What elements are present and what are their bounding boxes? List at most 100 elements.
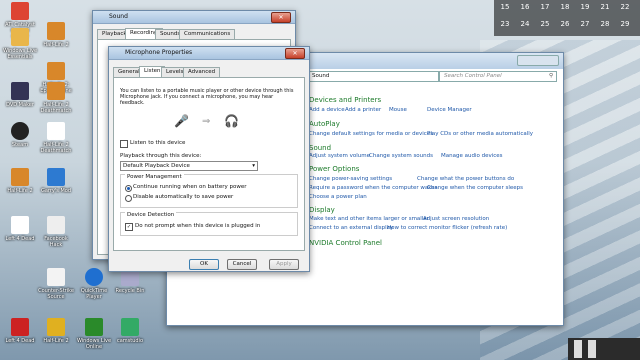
app-icon [11,2,29,20]
chevron-down-icon: ▾ [252,163,255,169]
radio-disable-automatically[interactable] [125,195,132,202]
cp-link[interactable]: Mouse [389,107,407,113]
lambda-icon [47,22,65,40]
headphones-icon: 🎧 [224,114,239,128]
arrow-right-icon: ⇒ [202,116,211,127]
desktop-icon[interactable]: Left 4 Dead [2,318,38,344]
group-label: Power Management [125,174,184,180]
desktop-icon[interactable]: Steam [2,122,38,148]
cp-link[interactable]: Change system sounds [369,153,433,159]
taskbar-item[interactable] [588,340,596,358]
device-detection-group: Device Detection ✓ Do not prompt when th… [120,212,298,236]
cp-link[interactable]: Add a device [309,107,345,113]
microphone-properties-dialog: Microphone Properties ✕ General Listen L… [108,46,310,272]
file-icon [47,122,65,140]
cp-link[interactable]: Adjust screen resolution [423,216,489,222]
calendar-gadget: 15 16 17 18 19 21 22 23 24 25 26 27 28 2… [494,0,640,36]
detection-checkbox-label: Do not prompt when this device is plugge… [135,223,261,229]
desktop-icon[interactable]: Half-Life 2 [2,168,38,194]
taskbar-item[interactable] [574,340,582,358]
calendar-day: 25 [540,20,550,28]
mic-titlebar: Microphone Properties ✕ [109,47,309,60]
cp-link[interactable]: Choose a power plan [309,194,367,200]
cp-link[interactable]: Make text and other items larger or smal… [309,216,429,222]
radio-dot [127,187,130,190]
file-icon [47,216,65,234]
calendar-day: 24 [520,20,530,28]
listen-tab-panel: You can listen to a portable music playe… [113,77,305,251]
desktop-icon[interactable]: Half-Life 2 [38,318,74,344]
cp-link[interactable]: Connect to an external display [309,225,393,231]
left4dead-icon [11,318,29,336]
window-title: Sound [109,13,128,20]
close-icon[interactable]: ✕ [285,48,305,59]
power-management-group: Power Management Continue running when o… [120,174,298,208]
desktop-icon[interactable]: DVD Maker [2,82,38,108]
desktop-icon[interactable]: Half-Life 2 [38,22,74,48]
calendar-day: 26 [560,20,570,28]
desktop-icon[interactable]: Left 4 Dead [2,216,38,242]
calendar-day: 23 [500,20,510,28]
section-heading[interactable]: Sound [309,144,331,152]
listen-checkbox-label: Listen to this device [130,140,186,146]
cancel-button[interactable]: Cancel [227,259,257,270]
mic-tabstrip: General Listen Levels Advanced [113,66,305,77]
sound-titlebar: Sound ✕ [93,11,295,24]
group-label: Device Detection [125,212,177,218]
detection-checkbox[interactable]: ✓ [125,223,133,231]
calendar-day: 15 [500,3,510,11]
radio-continue-running[interactable] [125,185,132,192]
file-icon [47,268,65,286]
section-heading[interactable]: AutoPlay [309,120,340,128]
cp-link[interactable]: Require a password when the computer wak… [309,185,437,191]
search-icon: ⚲ [548,73,553,79]
dialog-title: Microphone Properties [125,49,193,56]
apply-button[interactable]: Apply [269,259,299,270]
lambda-icon [11,168,29,186]
tab-communications[interactable]: Communications [179,29,236,39]
playback-device-select[interactable]: Default Playback Device ▾ [120,161,258,171]
calendar-day: 29 [620,20,630,28]
section-heading[interactable]: Display [309,206,335,214]
cp-link[interactable]: Device Manager [427,107,472,113]
desktop-icon[interactable]: Half-Life 2 Deathmatch [38,82,74,114]
cp-link[interactable]: Change what the power buttons do [417,176,514,182]
playback-label: Playback through this device: [120,153,202,159]
cp-link[interactable]: Adjust system volume [309,153,370,159]
desktop-icon[interactable]: Facebook Hack [38,216,74,248]
cp-link[interactable]: Change default settings for media or dev… [309,131,433,137]
search-input[interactable]: Search Control Panel ⚲ [439,71,557,82]
desktop-icon[interactable]: camstudio [112,318,148,344]
cp-link[interactable]: Play CDs or other media automatically [427,131,533,137]
close-icon[interactable]: ✕ [271,12,291,23]
section-heading[interactable]: NVIDIA Control Panel [309,239,382,247]
app-icon [85,318,103,336]
address-bar[interactable]: Sound [307,71,439,82]
window-controls[interactable] [517,55,559,66]
desktop-icon[interactable]: Counter-Strike Source [38,268,74,300]
listen-checkbox[interactable] [120,140,128,148]
desktop-icon[interactable]: Windows Live Online [76,318,112,350]
cp-link[interactable]: How to correct monitor flicker (refresh … [387,225,507,231]
desktop-icon[interactable]: QuickTime Player [76,268,112,300]
cp-link[interactable]: Change when the computer sleeps [427,185,523,191]
desktop-icon[interactable]: Garry's Mod [38,168,74,194]
garrys-mod-icon [47,168,65,186]
camstudio-icon [121,318,139,336]
section-heading[interactable]: Power Options [309,165,359,173]
file-icon [11,216,29,234]
lambda-icon [47,82,65,100]
cp-link[interactable]: Add a printer [345,107,381,113]
folder-icon [11,28,29,46]
taskbar [568,338,640,360]
section-heading[interactable]: Devices and Printers [309,96,381,104]
device-illustration: 🎤 ⇒ 🎧 [174,114,244,130]
cp-link[interactable]: Change power-saving settings [309,176,392,182]
ok-button[interactable]: OK [189,259,219,270]
cp-link[interactable]: Manage audio devices [441,153,503,159]
tab-advanced[interactable]: Advanced [183,67,221,77]
sound-tabstrip: Playback Recording Sounds Communications [97,28,291,39]
desktop-icon[interactable]: Windows Live Essentials [2,28,38,60]
desktop-icon[interactable]: Half-Life 2 Deathmatch [38,122,74,154]
lambda-icon [47,62,65,80]
